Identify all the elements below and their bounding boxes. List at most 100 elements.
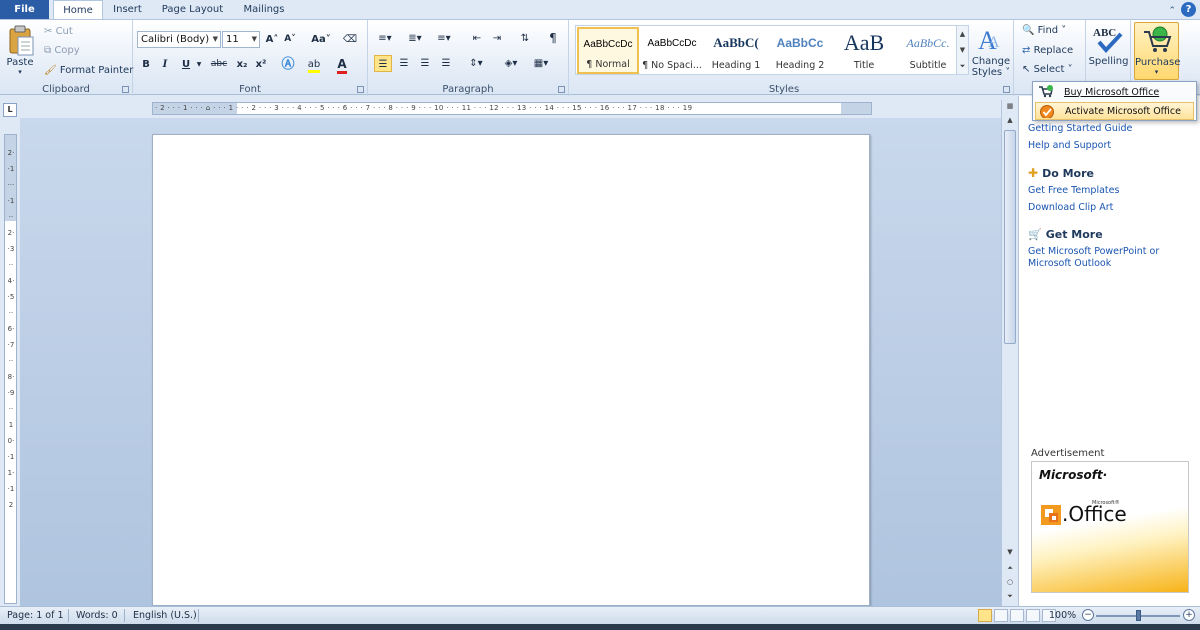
web-layout-icon[interactable] [1010,609,1024,622]
zoom-slider-thumb[interactable] [1136,610,1141,621]
change-styles-icon[interactable]: A A [976,25,1004,53]
styles-launcher-icon[interactable] [1003,86,1010,93]
sort-icon[interactable]: ⇅ [516,30,534,47]
style-normal[interactable]: AaBbCcDc ¶ Normal [577,27,639,74]
font-family-select[interactable]: Calibri (Body) ▼ [137,31,221,48]
print-layout-view-icon[interactable] [978,609,992,622]
vertical-scrollbar[interactable]: ▦ ▲ ▼ ⏶ ○ ⏷ [1001,100,1017,606]
paste-dropdown-icon[interactable]: ▾ [3,68,37,76]
bullets-icon[interactable]: ≡▾ [374,30,396,47]
word-count[interactable]: Words: 0 [76,610,118,621]
get-powerpoint-outlook-link[interactable]: Get Microsoft PowerPoint or Microsoft Ou… [1028,246,1198,270]
tab-mailings[interactable]: Mailings [234,0,294,19]
tab-insert[interactable]: Insert [105,0,150,19]
underline-dropdown-icon[interactable]: ▼ [194,56,204,73]
numbering-icon[interactable]: ≣▾ [404,30,426,47]
style-title[interactable]: AaB Title [833,27,895,74]
free-templates-link[interactable]: Get Free Templates [1028,185,1119,196]
strikethrough-button[interactable]: abc [208,56,230,73]
gallery-up-icon[interactable]: ▲ [957,26,968,42]
outline-view-icon[interactable] [1026,609,1040,622]
getting-started-link[interactable]: Getting Started Guide [1028,123,1132,134]
bold-button[interactable]: B [137,56,155,73]
buy-office-menu-item[interactable]: Buy Microsoft Office [1035,83,1194,101]
style-heading-2[interactable]: AaBbCc Heading 2 [769,27,831,74]
gallery-scroll[interactable]: ▲ ▼ ⏷ [956,26,968,74]
text-effects-icon[interactable]: Ⓐ [279,56,297,73]
view-ruler-icon[interactable]: ▦ [1004,102,1016,114]
spelling-button[interactable]: Spelling [1086,56,1131,67]
paste-icon[interactable] [7,25,35,57]
ad-brand: Microsoft· [1039,468,1108,482]
copy-button[interactable]: ⧉ Copy [44,45,80,56]
clipboard-launcher-icon[interactable] [122,86,129,93]
purchase-button[interactable]: Purchase ▾ [1134,22,1180,80]
style-no-spacing[interactable]: AaBbCcDc ¶ No Spaci... [641,27,703,74]
scroll-up-icon[interactable]: ▲ [1004,116,1016,128]
change-case-button[interactable]: Aa˅ [309,31,333,48]
page-count[interactable]: Page: 1 of 1 [7,610,64,621]
decrease-indent-icon[interactable]: ⇤ [468,30,486,47]
cut-button[interactable]: ✂ Cut [44,26,73,37]
spelling-icon[interactable]: ABC [1091,24,1125,54]
borders-icon[interactable]: ▦▾ [530,55,552,72]
find-button[interactable]: 🔍 Find ˅ [1022,25,1066,36]
format-painter-button[interactable]: 🖌 Format Painter [44,65,133,76]
full-screen-reading-icon[interactable] [994,609,1008,622]
zoom-level[interactable]: 100% [1049,610,1076,621]
justify-icon[interactable]: ☰ [437,55,455,72]
shading-icon[interactable]: ◈▾ [500,55,522,72]
next-page-icon[interactable]: ⏷ [1004,592,1016,604]
subscript-button[interactable]: x₂ [233,56,251,73]
highlight-color-icon[interactable]: ab [305,56,323,73]
font-color-button[interactable]: A [333,56,351,74]
line-spacing-icon[interactable]: ⇕▾ [464,55,488,72]
style-subtitle[interactable]: AaBbCc. Subtitle [897,27,959,74]
align-left-icon[interactable]: ☰ [374,55,392,72]
tab-selector-icon[interactable]: L [3,103,17,117]
align-right-icon[interactable]: ☰ [416,55,434,72]
help-icon[interactable]: ? [1181,2,1196,17]
language-indicator[interactable]: English (U.S.) [133,610,197,621]
shrink-font-button[interactable]: A˅ [281,31,299,48]
select-browse-object-icon[interactable]: ○ [1004,578,1016,590]
underline-button[interactable]: U [177,56,195,73]
zoom-out-icon[interactable]: − [1082,609,1094,621]
change-styles-button[interactable]: Change Styles ˅ [970,56,1012,78]
show-paragraph-marks-button[interactable]: ¶ [544,30,562,47]
paragraph-launcher-icon[interactable] [558,86,565,93]
zoom-in-icon[interactable]: + [1183,609,1195,621]
gallery-down-icon[interactable]: ▼ [957,42,968,58]
office-advertisement[interactable]: Microsoft· Microsoft® .Office [1031,461,1189,593]
scroll-thumb[interactable] [1004,130,1016,344]
tab-page-layout[interactable]: Page Layout [155,0,230,19]
replace-button[interactable]: ⇄ Replace [1022,45,1073,56]
ribbon-minimize-icon[interactable]: ⌃ [1168,6,1176,16]
gallery-more-icon[interactable]: ⏷ [957,58,968,74]
font-size-select[interactable]: 11 ▼ [222,31,260,48]
activate-office-menu-item[interactable]: Activate Microsoft Office [1035,102,1194,120]
align-center-icon[interactable]: ☰ [395,55,413,72]
superscript-button[interactable]: x² [252,56,270,73]
document-page[interactable] [152,134,870,606]
clear-formatting-icon[interactable]: ⌫ [341,31,359,48]
increase-indent-icon[interactable]: ⇥ [488,30,506,47]
help-support-link[interactable]: Help and Support [1028,140,1111,151]
select-button[interactable]: ↖ Select ˅ [1022,64,1073,75]
paste-button[interactable]: Paste [3,57,37,68]
format-painter-label: Format Painter [59,65,134,76]
multilevel-list-icon[interactable]: ≡▾ [433,30,455,47]
previous-page-icon[interactable]: ⏶ [1004,564,1016,576]
italic-button[interactable]: I [156,56,174,73]
file-tab[interactable]: File [0,0,49,19]
tab-home[interactable]: Home [53,0,103,20]
scroll-down-icon[interactable]: ▼ [1004,548,1016,560]
vertical-ruler[interactable]: 2··1····1··2··3··4··5··6··7··8··9··10··1… [4,134,17,604]
grow-font-button[interactable]: A˄ [263,31,281,48]
font-launcher-icon[interactable] [357,86,364,93]
clip-art-link[interactable]: Download Clip Art [1028,202,1113,213]
do-more-heading: ✚ Do More [1028,166,1094,180]
horizontal-ruler[interactable]: · 2 · · · 1 · · · ⌂ · · · 1 · · · 2 · · … [152,102,872,115]
cursor-icon: ↖ [1022,64,1031,75]
style-heading-1[interactable]: AaBbC( Heading 1 [705,27,767,74]
